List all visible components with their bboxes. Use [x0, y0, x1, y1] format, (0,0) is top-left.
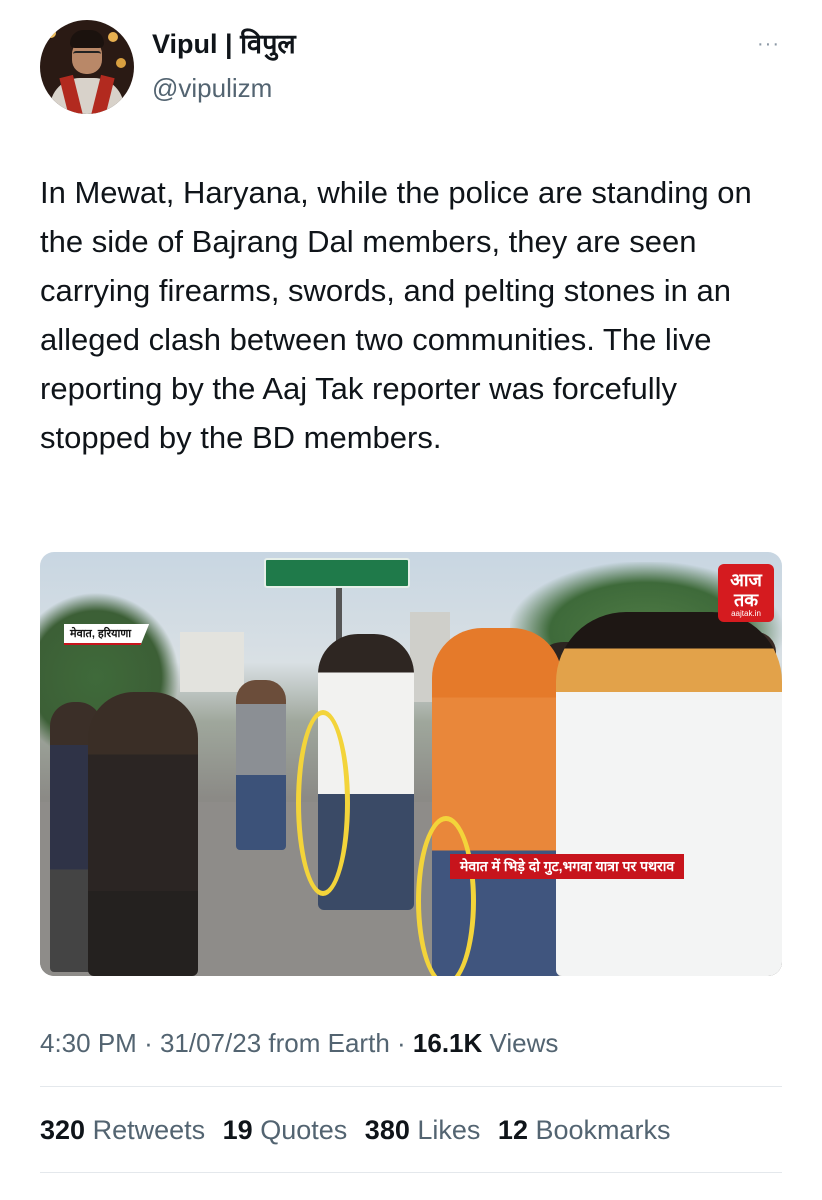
bookmarks-label: Bookmarks: [535, 1115, 671, 1145]
avatar-glasses: [73, 51, 101, 57]
background-lights: [46, 28, 56, 38]
person: [556, 612, 782, 976]
likes-count: 380: [364, 1115, 410, 1145]
quotes-stat[interactable]: 19 Quotes: [223, 1115, 348, 1145]
divider: [40, 1086, 782, 1087]
tweet-header: Vipul | विपुल @vipulizm ···: [40, 20, 782, 116]
engagement-stats: 320 Retweets 19 Quotes 380 Likes 12 Book…: [40, 1112, 671, 1148]
tweet-text: In Mewat, Haryana, while the police are …: [40, 175, 752, 455]
highlight-circle: [416, 816, 476, 976]
tweet-source: from Earth: [268, 1028, 390, 1058]
views-label: Views: [489, 1028, 559, 1058]
person: [236, 680, 286, 850]
meta-separator: ·: [144, 1028, 160, 1058]
author-handle[interactable]: @vipulizm: [152, 72, 272, 104]
road-sign: [264, 558, 410, 588]
tweet-meta: 4:30 PM · 31/07/23 from Earth · 16.1K Vi…: [40, 1026, 558, 1060]
views-count: 16.1K: [412, 1028, 483, 1058]
person: [88, 692, 198, 976]
likes-stat[interactable]: 380 Likes: [365, 1115, 481, 1145]
likes-label: Likes: [417, 1115, 481, 1145]
news-ticker: मेवात में भिड़े दो गुट,भगवा यात्रा पर पथ…: [450, 854, 685, 879]
avatar[interactable]: [40, 20, 134, 114]
tweet-media[interactable]: मेवात, हरियाणा आज तक aajtak.in मेवात में…: [40, 552, 782, 976]
channel-logo-text: आज तक: [730, 570, 762, 610]
channel-logo: आज तक aajtak.in: [718, 564, 774, 622]
retweets-count: 320: [40, 1115, 86, 1145]
bookmarks-count: 12: [497, 1115, 528, 1145]
avatar-hair: [70, 30, 104, 48]
meta-separator: ·: [397, 1028, 413, 1058]
divider: [40, 1172, 782, 1173]
retweets-label: Retweets: [92, 1115, 206, 1145]
author-name[interactable]: Vipul | विपुल: [152, 28, 296, 60]
channel-url: aajtak.in: [731, 609, 761, 618]
tweet-date[interactable]: 31/07/23: [160, 1028, 261, 1058]
quotes-count: 19: [222, 1115, 253, 1145]
more-options-icon[interactable]: ···: [757, 34, 780, 54]
highlight-circle: [296, 710, 350, 896]
retweets-stat[interactable]: 320 Retweets: [40, 1115, 205, 1145]
building: [180, 632, 244, 692]
location-tag: मेवात, हरियाणा: [64, 624, 150, 645]
bookmarks-stat[interactable]: 12 Bookmarks: [498, 1115, 671, 1145]
quotes-label: Quotes: [260, 1115, 348, 1145]
tweet-time[interactable]: 4:30 PM: [40, 1028, 137, 1058]
